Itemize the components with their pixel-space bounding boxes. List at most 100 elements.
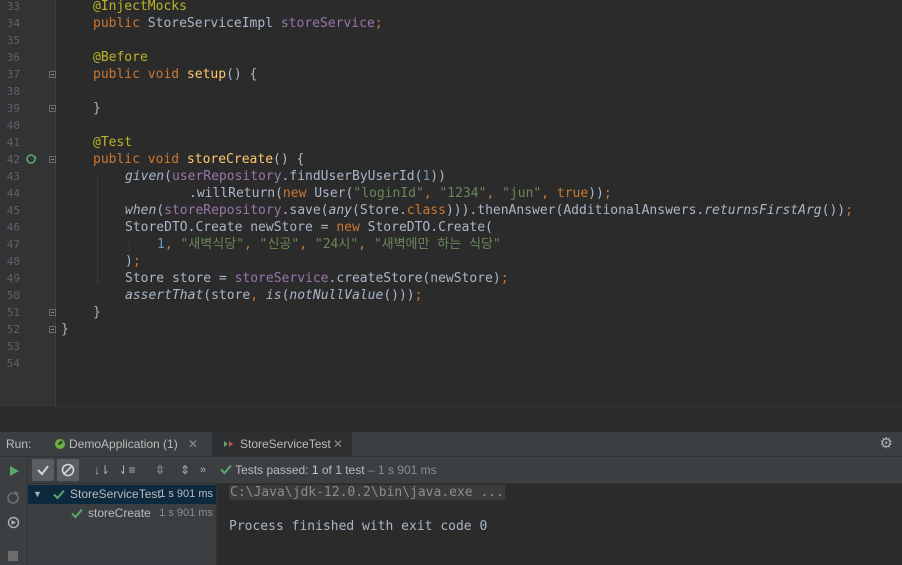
code-line: when(storeRepository.save(any(Store.clas… [125,203,853,218]
toggle-auto-test-icon[interactable] [6,515,21,530]
expand-all-button[interactable]: ⇳ [149,459,171,481]
console-command: C:\Java\jdk-12.0.2\bin\java.exe ... [229,485,505,500]
fold-marker-icon[interactable] [49,156,56,163]
line-number: 44 [6,187,20,200]
code-line: @Before [93,50,148,65]
sort-duration-icon: ⇃≡ [118,463,136,477]
line-number: 54 [6,357,20,370]
code-line: Store store = storeService.createStore(n… [125,271,509,286]
line-number: 40 [6,119,20,132]
line-number: 36 [6,51,20,64]
line-number: 33 [6,0,20,13]
line-number: 46 [6,221,20,234]
tree-item-time: 1 s 901 ms [159,507,213,519]
fold-marker-icon[interactable] [49,326,56,333]
run-label: Run: [6,437,32,451]
line-number: 47 [6,238,20,251]
tree-item-store-service-test[interactable]: ▼ StoreServiceTest 1 s 901 ms [28,485,216,504]
sort-alphabetically-button[interactable]: ↓⇂ [91,459,113,481]
run-test-gutter-icon[interactable] [26,153,38,165]
code-editor[interactable]: 33 34 35 36 37 38 39 40 41 42 43 44 45 4… [0,0,902,406]
test-status: Tests passed: 1 of 1 test – 1 s 901 ms [220,463,437,477]
code-line: public void storeCreate() { [93,152,305,167]
chevron-right-double-icon: » [199,464,207,476]
check-icon [220,464,232,475]
line-number: 34 [6,17,20,30]
tab-demo-application[interactable]: DemoApplication (1) ✕ [42,432,210,456]
code-line: } [61,322,69,337]
ignored-icon [61,463,75,477]
line-number: 38 [6,85,20,98]
tree-item-label: storeCreate [88,506,151,520]
tree-item-label: StoreServiceTest [70,487,161,501]
code-line: StoreDTO.Create newStore = new StoreDTO.… [125,220,493,235]
code-line: public StoreServiceImpl storeService; [93,16,383,31]
line-number: 50 [6,289,20,302]
code-line: assertThat(store, is(notNullValue())); [125,288,423,303]
line-number: 39 [6,102,20,115]
tree-item-store-create[interactable]: storeCreate 1 s 901 ms [28,504,216,523]
expand-all-icon: ⇳ [154,463,166,477]
code-line: } [93,101,101,116]
code-line: @InjectMocks [93,0,187,14]
line-number: 35 [6,34,20,47]
run-actions-bar [0,457,28,565]
close-icon[interactable]: ✕ [333,432,343,456]
console-output[interactable]: C:\Java\jdk-12.0.2\bin\java.exe ... Proc… [217,484,902,565]
code-line: ); [125,254,141,269]
close-icon[interactable]: ✕ [188,432,198,456]
code-line: public void setup() { [93,67,258,82]
status-count: 1 [311,463,319,477]
code-line: .willReturn(new User("loginId", "1234", … [189,186,612,201]
code-line: } [93,305,101,320]
line-number: 43 [6,170,20,183]
collapse-all-button[interactable]: ⇕ [174,459,196,481]
fold-marker-icon[interactable] [49,71,56,78]
more-button[interactable]: » [196,459,210,481]
panel-splitter[interactable] [0,406,902,433]
code-line: @Test [93,135,133,150]
stop-icon[interactable] [8,551,18,561]
chevron-down-icon[interactable]: ▼ [33,485,42,504]
junit-test-icon [224,441,233,447]
check-icon [71,508,83,519]
show-ignored-button[interactable] [57,459,79,481]
tab-label: StoreServiceTest [240,437,331,451]
line-number: 41 [6,136,20,149]
status-rest: of 1 test [321,463,365,477]
rerun-failed-icon[interactable] [6,490,21,505]
fold-marker-icon[interactable] [49,105,56,112]
line-number: 37 [6,68,20,81]
indent-guide [97,174,98,284]
tab-label: DemoApplication (1) [69,437,178,451]
line-number: 48 [6,255,20,268]
spring-boot-icon [55,439,65,449]
status-prefix: Tests passed: [235,463,309,477]
collapse-all-icon: ⇕ [179,463,191,477]
status-time: – 1 s 901 ms [367,463,437,477]
test-tree: ▼ StoreServiceTest 1 s 901 ms storeCreat… [28,484,217,565]
sort-by-duration-button[interactable]: ⇃≡ [116,459,138,481]
line-number: 49 [6,272,20,285]
show-passed-button[interactable] [32,459,54,481]
rerun-icon[interactable] [8,465,20,477]
console-command-line: C:\Java\jdk-12.0.2\bin\java.exe ... [229,485,505,500]
gear-icon[interactable]: ⚙ [880,436,893,452]
check-icon [53,489,65,500]
sort-alpha-icon: ↓⇂ [93,463,111,477]
test-runner-toolbar: ↓⇂ ⇃≡ ⇳ ⇕ » Tests passed: 1 of 1 test – … [28,457,902,484]
line-number: 45 [6,204,20,217]
code-line: 1, "새벽식당", "신공", "24시", "새벽에만 하는 식당" [157,237,501,252]
code-line: given(userRepository.findUserByUserId(1)… [125,169,446,184]
run-tab-bar: Run: DemoApplication (1) ✕ StoreServiceT… [0,432,902,457]
line-number: 53 [6,340,20,353]
check-icon [37,465,49,476]
fold-marker-icon[interactable] [49,309,56,316]
line-number: 51 [6,306,20,319]
run-tool-window: Run: DemoApplication (1) ✕ StoreServiceT… [0,432,902,565]
tree-item-time: 1 s 901 ms [159,488,213,500]
line-number: 42 [6,153,20,166]
console-exit-line: Process finished with exit code 0 [229,519,488,534]
tab-store-service-test[interactable]: StoreServiceTest ✕ [212,432,352,456]
line-number: 52 [6,323,20,336]
